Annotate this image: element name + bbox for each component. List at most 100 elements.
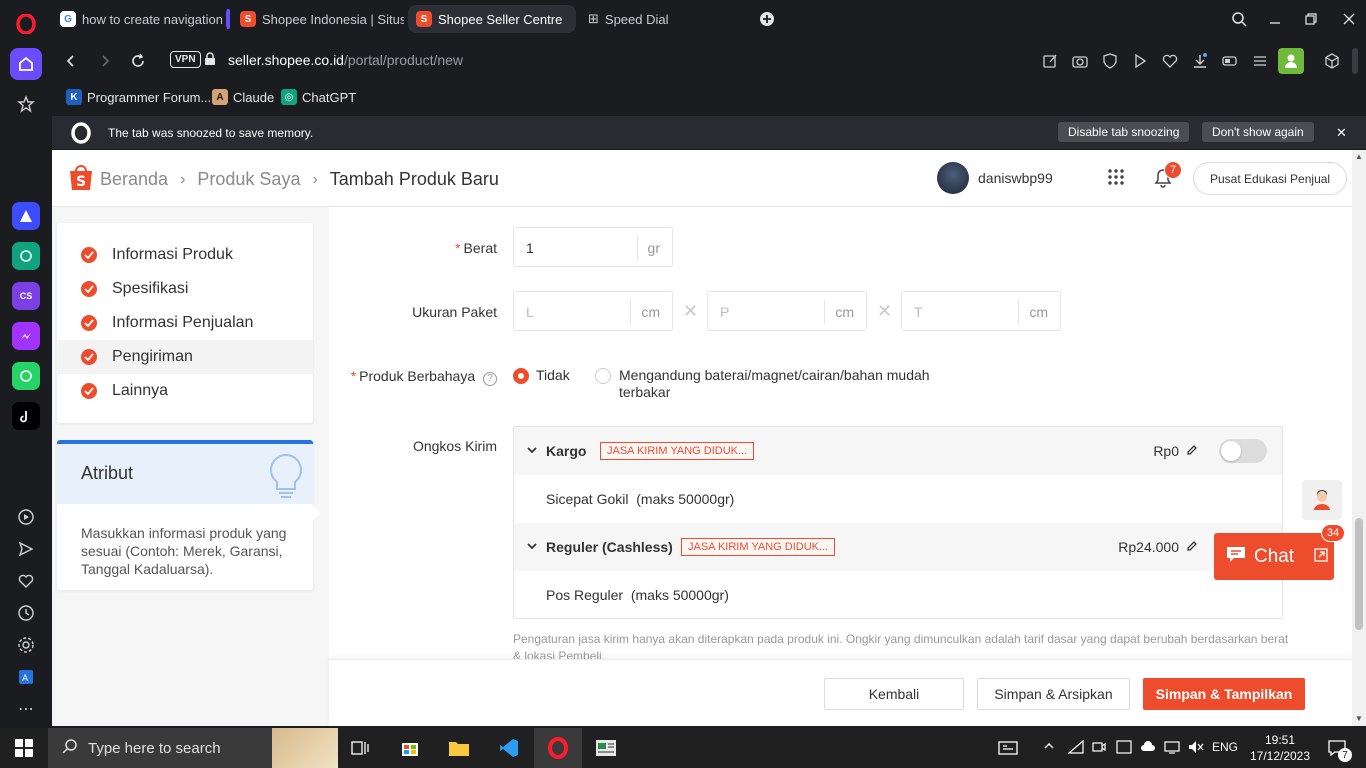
player-icon[interactable]	[10, 501, 42, 533]
back-button[interactable]: Kembali	[824, 678, 964, 710]
step-informasi-penjualan[interactable]: Informasi Penjualan	[57, 306, 313, 340]
pen-workspace-icon[interactable]	[1116, 740, 1132, 757]
scroll-down-icon[interactable]: ▼	[1355, 714, 1363, 723]
download-icon[interactable]	[1190, 51, 1210, 71]
expand-chat-icon[interactable]	[1314, 546, 1328, 568]
translate-icon[interactable]: A	[10, 661, 42, 693]
opera-logo-icon[interactable]	[10, 8, 42, 40]
tab-search-icon[interactable]	[1228, 8, 1250, 30]
microsoft-store-icon[interactable]	[395, 734, 425, 762]
vscode-icon[interactable]	[494, 734, 524, 762]
shopee-logo-icon[interactable]: S	[68, 163, 94, 196]
display-icon[interactable]	[993, 734, 1023, 762]
bookmark-chatgpt[interactable]: ◎ ChatGPT	[281, 89, 356, 105]
windows-start-icon[interactable]	[9, 734, 39, 762]
restore-icon[interactable]	[1300, 8, 1322, 30]
heart-icon[interactable]	[10, 565, 42, 597]
messenger-icon[interactable]	[12, 322, 40, 350]
width-input[interactable]: P cm	[707, 291, 867, 331]
camera-icon[interactable]	[1070, 51, 1090, 71]
language-indicator[interactable]: ENG	[1212, 740, 1238, 754]
username[interactable]: daniswbp99	[978, 170, 1053, 186]
height-input[interactable]: T cm	[901, 291, 1061, 331]
home-icon[interactable]	[10, 48, 42, 80]
scroll-up-icon[interactable]: ▲	[1355, 152, 1363, 161]
vpn-badge[interactable]: VPN	[170, 51, 201, 68]
extensions-cube-icon[interactable]	[1322, 51, 1342, 71]
seller-education-button[interactable]: Pusat Edukasi Penjual	[1193, 162, 1348, 195]
send-icon[interactable]	[10, 533, 42, 565]
opera-taskbar-icon[interactable]	[534, 728, 582, 768]
url-field[interactable]: seller.shopee.co.id/portal/product/new	[228, 52, 463, 68]
clock[interactable]: 19:51 17/12/2023	[1245, 732, 1315, 764]
save-archive-button[interactable]: Simpan & Arsipkan	[977, 678, 1130, 710]
star-icon[interactable]	[10, 88, 42, 120]
step-informasi-produk[interactable]: Informasi Produk	[57, 238, 313, 272]
profile-avatar-icon[interactable]	[1278, 48, 1304, 74]
step-spesifikasi[interactable]: Spesifikasi	[57, 272, 313, 306]
close-snooze-icon[interactable]: ✕	[1336, 125, 1347, 141]
volume-muted-icon[interactable]	[1188, 740, 1204, 757]
bookmark-programmer-forum[interactable]: K Programmer Forum...	[66, 89, 211, 105]
scrollbar-thumb[interactable]	[1355, 518, 1363, 630]
meet-now-icon[interactable]	[1092, 740, 1106, 757]
crumb-home-link[interactable]: Beranda	[100, 169, 168, 190]
taskbar-search-input[interactable]: Type here to search	[48, 728, 338, 768]
dont-show-again-button[interactable]: Don't show again	[1202, 122, 1314, 142]
bookmark-claude[interactable]: A Claude	[212, 89, 274, 105]
back-arrow-icon[interactable]	[60, 50, 82, 72]
tab-shopee-seller-centre[interactable]: S Shopee Seller Centre	[408, 5, 576, 33]
cloud-icon[interactable]	[1140, 740, 1156, 755]
lock-icon[interactable]	[204, 52, 216, 71]
disable-snoozing-button[interactable]: Disable tab snoozing	[1058, 122, 1190, 142]
chevron-down-icon[interactable]	[526, 443, 538, 461]
notification-center-icon[interactable]: 7	[1322, 734, 1352, 762]
task-view-icon[interactable]	[345, 734, 375, 762]
edit-pencil-icon[interactable]	[1186, 443, 1198, 461]
step-pengiriman[interactable]: Pengiriman	[57, 340, 313, 374]
toolbar-scroll-handle[interactable]	[1352, 48, 1358, 74]
step-lainnya[interactable]: Lainnya	[57, 374, 313, 408]
easy-setup-icon[interactable]	[1250, 51, 1270, 71]
tab-speed-dial[interactable]: ⊞ Speed Dial	[580, 5, 750, 33]
avatar[interactable]	[937, 162, 969, 194]
kargo-toggle[interactable]	[1219, 439, 1267, 463]
file-explorer-icon[interactable]	[444, 734, 474, 762]
edit-pencil-icon[interactable]	[1186, 539, 1198, 557]
heart-icon[interactable]	[1160, 51, 1180, 71]
wifi-icon[interactable]	[1067, 739, 1084, 757]
shipping-group-reguler[interactable]: Reguler (Cashless) JASA KIRIM YANG DIDUK…	[514, 523, 1282, 571]
tab-google[interactable]: G how to create navigation b	[52, 5, 222, 33]
radio-tidak[interactable]	[513, 368, 529, 384]
chat-button[interactable]: Chat 34	[1214, 524, 1345, 580]
cs-app-icon[interactable]: CS	[12, 282, 40, 310]
network-icon[interactable]	[1164, 740, 1180, 757]
share-icon[interactable]	[1040, 51, 1060, 71]
length-input[interactable]: L cm	[513, 291, 673, 331]
forward-arrow-icon[interactable]	[94, 50, 116, 72]
minimize-icon[interactable]	[1264, 8, 1286, 30]
chevron-down-icon[interactable]	[526, 539, 538, 557]
reload-icon[interactable]	[127, 50, 149, 72]
more-dots-icon[interactable]: ⋯	[10, 693, 42, 725]
help-question-icon[interactable]: ?	[483, 372, 497, 386]
shipping-group-kargo[interactable]: Kargo JASA KIRIM YANG DIDUK... Rp0	[514, 427, 1282, 475]
close-window-icon[interactable]	[1338, 8, 1360, 30]
tab-shopee-indonesia[interactable]: S Shopee Indonesia | Situs B	[226, 5, 404, 33]
page-scrollbar[interactable]: ▲ ▼	[1352, 150, 1366, 726]
weight-input[interactable]: 1 gr	[513, 227, 673, 267]
chatgpt-icon[interactable]	[12, 242, 40, 270]
tray-chevron-up-icon[interactable]	[1043, 740, 1055, 755]
assistant-avatar-icon[interactable]	[1302, 480, 1342, 520]
play-icon[interactable]	[1130, 51, 1150, 71]
crumb-products-link[interactable]: Produk Saya	[197, 169, 300, 190]
save-publish-button[interactable]: Simpan & Tampilkan	[1143, 678, 1305, 710]
history-icon[interactable]	[10, 597, 42, 629]
whatsapp-icon[interactable]	[12, 362, 40, 390]
apps-grid-icon[interactable]	[1107, 168, 1127, 188]
app-window-icon[interactable]	[591, 734, 621, 762]
settings-gear-icon[interactable]	[10, 629, 42, 661]
radio-mengandung-label[interactable]: Mengandung baterai/magnet/cairan/bahan m…	[619, 367, 949, 401]
aria-icon[interactable]	[12, 202, 40, 230]
new-tab-plus-icon[interactable]	[756, 8, 778, 30]
